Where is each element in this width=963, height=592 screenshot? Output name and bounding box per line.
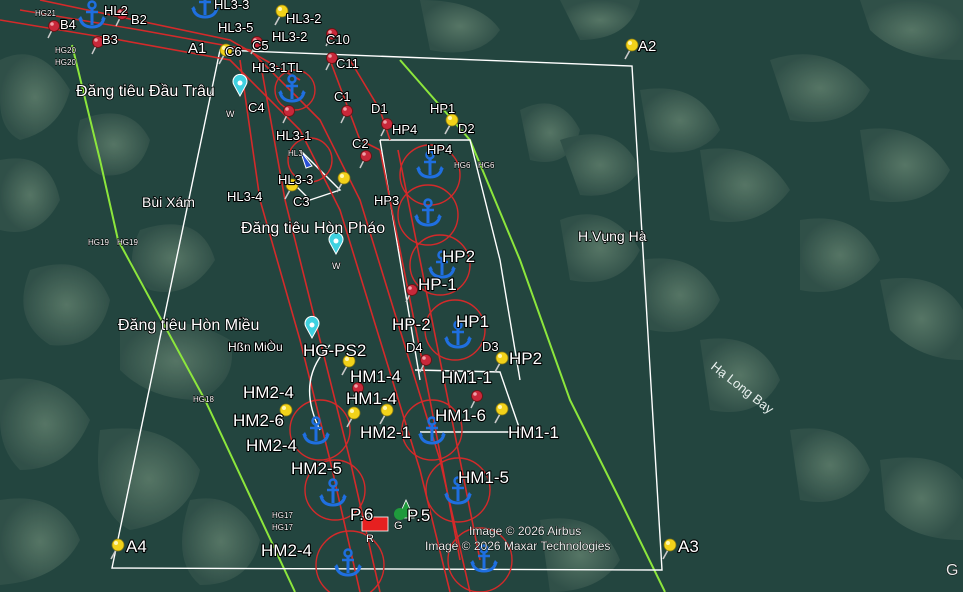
label-c11: C11 [336,56,359,71]
label-hg6b: HG6 [478,161,495,170]
label-hp4: HP4 [392,122,417,137]
label-p5: P.5 [407,506,430,525]
label-c1: C1 [334,89,351,104]
google-logo: G [946,562,958,579]
label-d3: D3 [482,339,499,354]
label-d4: D4 [406,340,423,355]
label-hp2: HP2 [442,247,475,266]
label-hl3-3-top: HL3-3 [214,0,249,12]
label-w: W [226,109,235,119]
label-c5: C5 [252,38,269,53]
label-p6: P.6 [350,505,373,524]
label-hg19a: HG19 [88,238,109,247]
label-hg6a: HG6 [454,161,471,170]
label-dang-tieu-hon-phao: Đăng tiêu Hòn Pháo [241,220,385,237]
label-dang-tieu-dau-trau: Đăng tiêu Đầu Trâu [76,83,215,100]
satellite-map[interactable]: Đăng tiêu Đầu Trâu Đăng tiêu Hòn Pháo Đă… [0,0,963,592]
label-hl3-2b: HL3-2 [272,29,307,44]
label-hm1-4a: HM1-4 [350,367,401,386]
label-d2: D2 [458,121,475,136]
label-bui-xam: Bùi Xám [142,194,195,210]
label-b3: B3 [102,32,118,47]
label-a1: A1 [188,40,206,57]
label-c3: C3 [293,194,310,209]
label-b4: B4 [60,17,76,32]
label-hg21: HG21 [35,9,56,18]
label-hl3-2a: HL3-2 [286,11,321,26]
label-hm2-4a: HM2-4 [243,383,294,402]
label-hm2-1: HM2-1 [360,423,411,442]
label-h-vung-ha: H.Vụng Hà [578,228,647,244]
label-a3: A3 [678,537,699,556]
label-c10: C10 [326,32,350,47]
label-hl3-1tl: HL3-1TL [252,60,303,75]
label-hp-2: HP-2 [392,315,431,334]
attribution-airbus: Image © 2026 Airbus [469,524,581,538]
attribution-maxar: Image © 2026 Maxar Technologies [425,539,610,553]
label-hg18: HG18 [193,395,214,404]
label-hm1-1a: HM1-1 [441,368,492,387]
label-hg20a: HG20 [55,46,76,55]
label-hg20b: HG20 [55,58,76,67]
label-hg-ps2: HG-PS2 [303,341,366,360]
label-d1: D1 [371,101,388,116]
label-hm1-1b: HM1-1 [508,423,559,442]
label-hg17b: HG17 [272,523,293,532]
label-hp3: HP3 [374,193,399,208]
label-c4: C4 [248,100,265,115]
label-r: R [366,533,374,545]
label-hl3-5: HL3-5 [218,20,253,35]
label-b2: B2 [131,12,147,27]
label-hl3-3: HL3-3 [278,172,313,187]
label-hp4b: HP4 [427,142,452,157]
label-hm1-6: HM1-6 [435,406,486,425]
label-a2: A2 [638,38,656,55]
label-hg19b: HG19 [117,238,138,247]
label-hp-1: HP-1 [418,275,457,294]
label-hg17a: HG17 [272,511,293,520]
label-hm2-6: HM2-6 [233,411,284,430]
p5-green-dot [394,508,406,520]
label-hl3-small: HL3 [288,149,303,158]
label-hl2: HL2 [104,3,128,18]
label-hm1-4b: HM1-4 [346,389,397,408]
label-hl3-1: HL3-1 [276,128,311,143]
label-hp1-top: HP1 [430,101,455,116]
label-g: G [394,520,403,532]
label-w: W [332,261,341,271]
label-c2: C2 [352,136,369,151]
label-hon-mieu-small: Hßn MiÒu [228,339,283,354]
label-a4: A4 [126,537,147,556]
label-c6: C6 [225,44,242,59]
label-hl3-4: HL3-4 [227,189,262,204]
label-dang-tieu-hon-mieu: Đăng tiêu Hòn Miều [118,317,259,334]
label-hp2b: HP2 [509,349,542,368]
label-hm1-5: HM1-5 [458,468,509,487]
label-hm2-4b: HM2-4 [246,436,297,455]
label-hp1b: HP1 [456,312,489,331]
label-hm2-4c: HM2-4 [261,541,312,560]
label-hm2-5: HM2-5 [291,459,342,478]
